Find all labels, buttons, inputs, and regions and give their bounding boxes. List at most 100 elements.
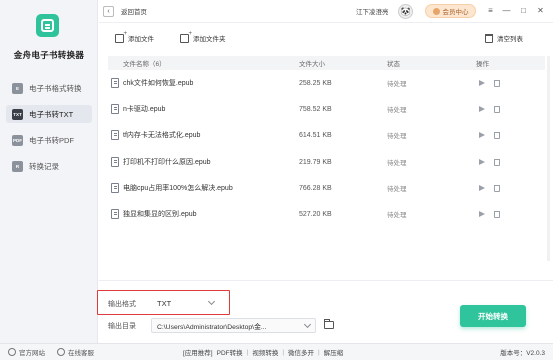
play-icon[interactable] [479,159,485,165]
minimize-icon[interactable]: — [501,5,512,16]
sidebar-item-label: 电子书格式转换 [29,83,82,93]
output-dir-value: C:\Users\Administrator\Desktop\金... [157,323,267,331]
txt-icon: TXT [12,108,23,120]
clear-list-label: 清空列表 [497,36,523,43]
chevron-left-icon: ‹ [107,7,110,15]
back-label[interactable]: 返回首页 [121,6,147,16]
title-bar: ‹ 返回首页 江下凌澄亮 🐼 会员中心 ≡ — □ ✕ [99,0,553,23]
sidebar-item-to-txt[interactable]: TXT 电子书转TXT [6,105,92,123]
file-name: tf内存卡无法格式化.epub [123,132,201,139]
add-file-icon [115,31,127,43]
file-icon [111,78,119,88]
pdf-icon: PDF [12,134,23,146]
file-icon [111,104,119,114]
file-status: 待处理 [387,81,407,88]
close-icon[interactable]: ✕ [535,5,546,16]
file-name: chk文件如何恢复.epub [123,80,194,87]
add-folder-button[interactable]: 添加文件夹 [180,31,226,43]
delete-icon[interactable] [494,184,500,192]
table-row[interactable]: 独显和集显的区别.epub 527.20 KB 待处理 [108,204,545,224]
file-icon [111,209,119,219]
file-name: n卡驱动.epub [123,106,166,113]
delete-icon[interactable] [494,131,500,139]
column-header-action: 操作 [476,61,489,68]
maximize-icon[interactable]: □ [518,5,529,16]
table-row[interactable]: 电脑cpu占用率100%怎么解决.epub 766.28 KB 待处理 [108,178,545,198]
table-header: 文件名称（6） 文件大小 状态 操作 [108,56,545,70]
back-button[interactable]: ‹ [103,5,114,17]
file-status: 待处理 [387,133,407,140]
avatar-image-icon: 🐼 [400,7,411,16]
sidebar-item-format-convert[interactable]: E 电子书格式转换 [6,79,92,97]
file-name: 打印机不打印什么原因.epub [123,159,211,166]
delete-icon[interactable] [494,79,500,87]
play-icon[interactable] [479,106,485,112]
sidebar-item-label: 电子书转PDF [29,135,74,145]
table-row[interactable]: 打印机不打印什么原因.epub 219.79 KB 待处理 [108,152,545,172]
footer-link-wechat[interactable]: 微信多开 [288,347,314,357]
vip-center-button[interactable]: 会员中心 [425,4,476,18]
play-icon[interactable] [479,185,485,191]
scrollbar[interactable] [547,56,550,261]
highlight-box [97,290,230,315]
headset-icon [57,348,65,356]
sidebar-item-label: 转换记录 [29,161,59,171]
status-bar: 官方网站 在线客服 [应用推荐] PDF转换 | 视频转换 | 微信多开 | 解… [0,343,553,360]
user-name[interactable]: 江下凌澄亮 [356,6,389,16]
file-size: 758.52 KB [299,105,332,113]
crown-icon [432,7,440,15]
delete-icon[interactable] [494,210,500,218]
footer-link-video[interactable]: 视频转换 [252,347,278,357]
add-file-label: 添加文件 [128,36,154,43]
table-row[interactable]: tf内存卡无法格式化.epub 614.51 KB 待处理 [108,125,545,145]
folder-icon[interactable] [324,319,334,329]
delete-icon[interactable] [494,105,500,113]
column-header-name: 文件名称（6） [123,61,166,68]
website-link[interactable]: 官方网站 [8,347,45,357]
sidebar-item-history[interactable]: R 转换记录 [6,157,92,175]
vip-label: 会员中心 [442,9,469,16]
file-size: 766.28 KB [299,184,332,192]
service-label: 在线客服 [68,350,94,357]
avatar[interactable]: 🐼 [398,4,413,19]
app-title: 金舟电子书转换器 [13,50,85,60]
website-label: 官方网站 [19,350,45,357]
delete-icon[interactable] [494,158,500,166]
table-row[interactable]: n卡驱动.epub 758.52 KB 待处理 [108,99,545,119]
history-icon: R [12,160,23,172]
footer-link-recommend[interactable]: [应用推荐] [183,347,213,357]
add-folder-label: 添加文件夹 [193,36,226,43]
menu-icon[interactable]: ≡ [485,5,496,16]
output-dir-select[interactable]: C:\Users\Administrator\Desktop\金... [151,318,316,333]
version-label: 版本号：V2.0.3 [500,350,545,357]
footer-links: [应用推荐] PDF转换 | 视频转换 | 微信多开 | 解压缩 [183,347,344,358]
add-folder-icon [180,31,192,43]
sidebar-item-to-pdf[interactable]: PDF 电子书转PDF [6,131,92,149]
play-icon[interactable] [479,80,485,86]
start-convert-button[interactable]: 开始转换 [460,305,526,327]
file-icon [111,157,119,167]
file-size: 614.51 KB [299,131,332,139]
file-size: 219.79 KB [299,158,332,166]
play-icon[interactable] [479,132,485,138]
file-status: 待处理 [387,107,407,114]
file-icon [111,130,119,140]
clear-list-button[interactable]: 清空列表 [485,33,523,43]
add-file-button[interactable]: 添加文件 [115,31,154,43]
divider: | [318,348,320,356]
sidebar: 金舟电子书转换器 E 电子书格式转换 TXT 电子书转TXT PDF 电子书转P… [0,0,98,343]
footer-link-unzip[interactable]: 解压缩 [324,347,344,357]
file-name: 独显和集显的区别.epub [123,211,197,218]
file-status: 待处理 [387,212,407,219]
app-logo-icon [36,14,59,37]
file-status: 待处理 [387,160,407,167]
output-dir-label: 输出目录 [108,323,136,330]
play-icon[interactable] [479,211,485,217]
file-icon [111,183,119,193]
service-link[interactable]: 在线客服 [57,347,94,357]
footer-link-pdf[interactable]: PDF转换 [217,347,243,357]
file-status: 待处理 [387,186,407,193]
divider: | [246,348,249,356]
column-header-status: 状态 [387,61,400,68]
table-row[interactable]: chk文件如何恢复.epub 258.25 KB 待处理 [108,73,545,93]
